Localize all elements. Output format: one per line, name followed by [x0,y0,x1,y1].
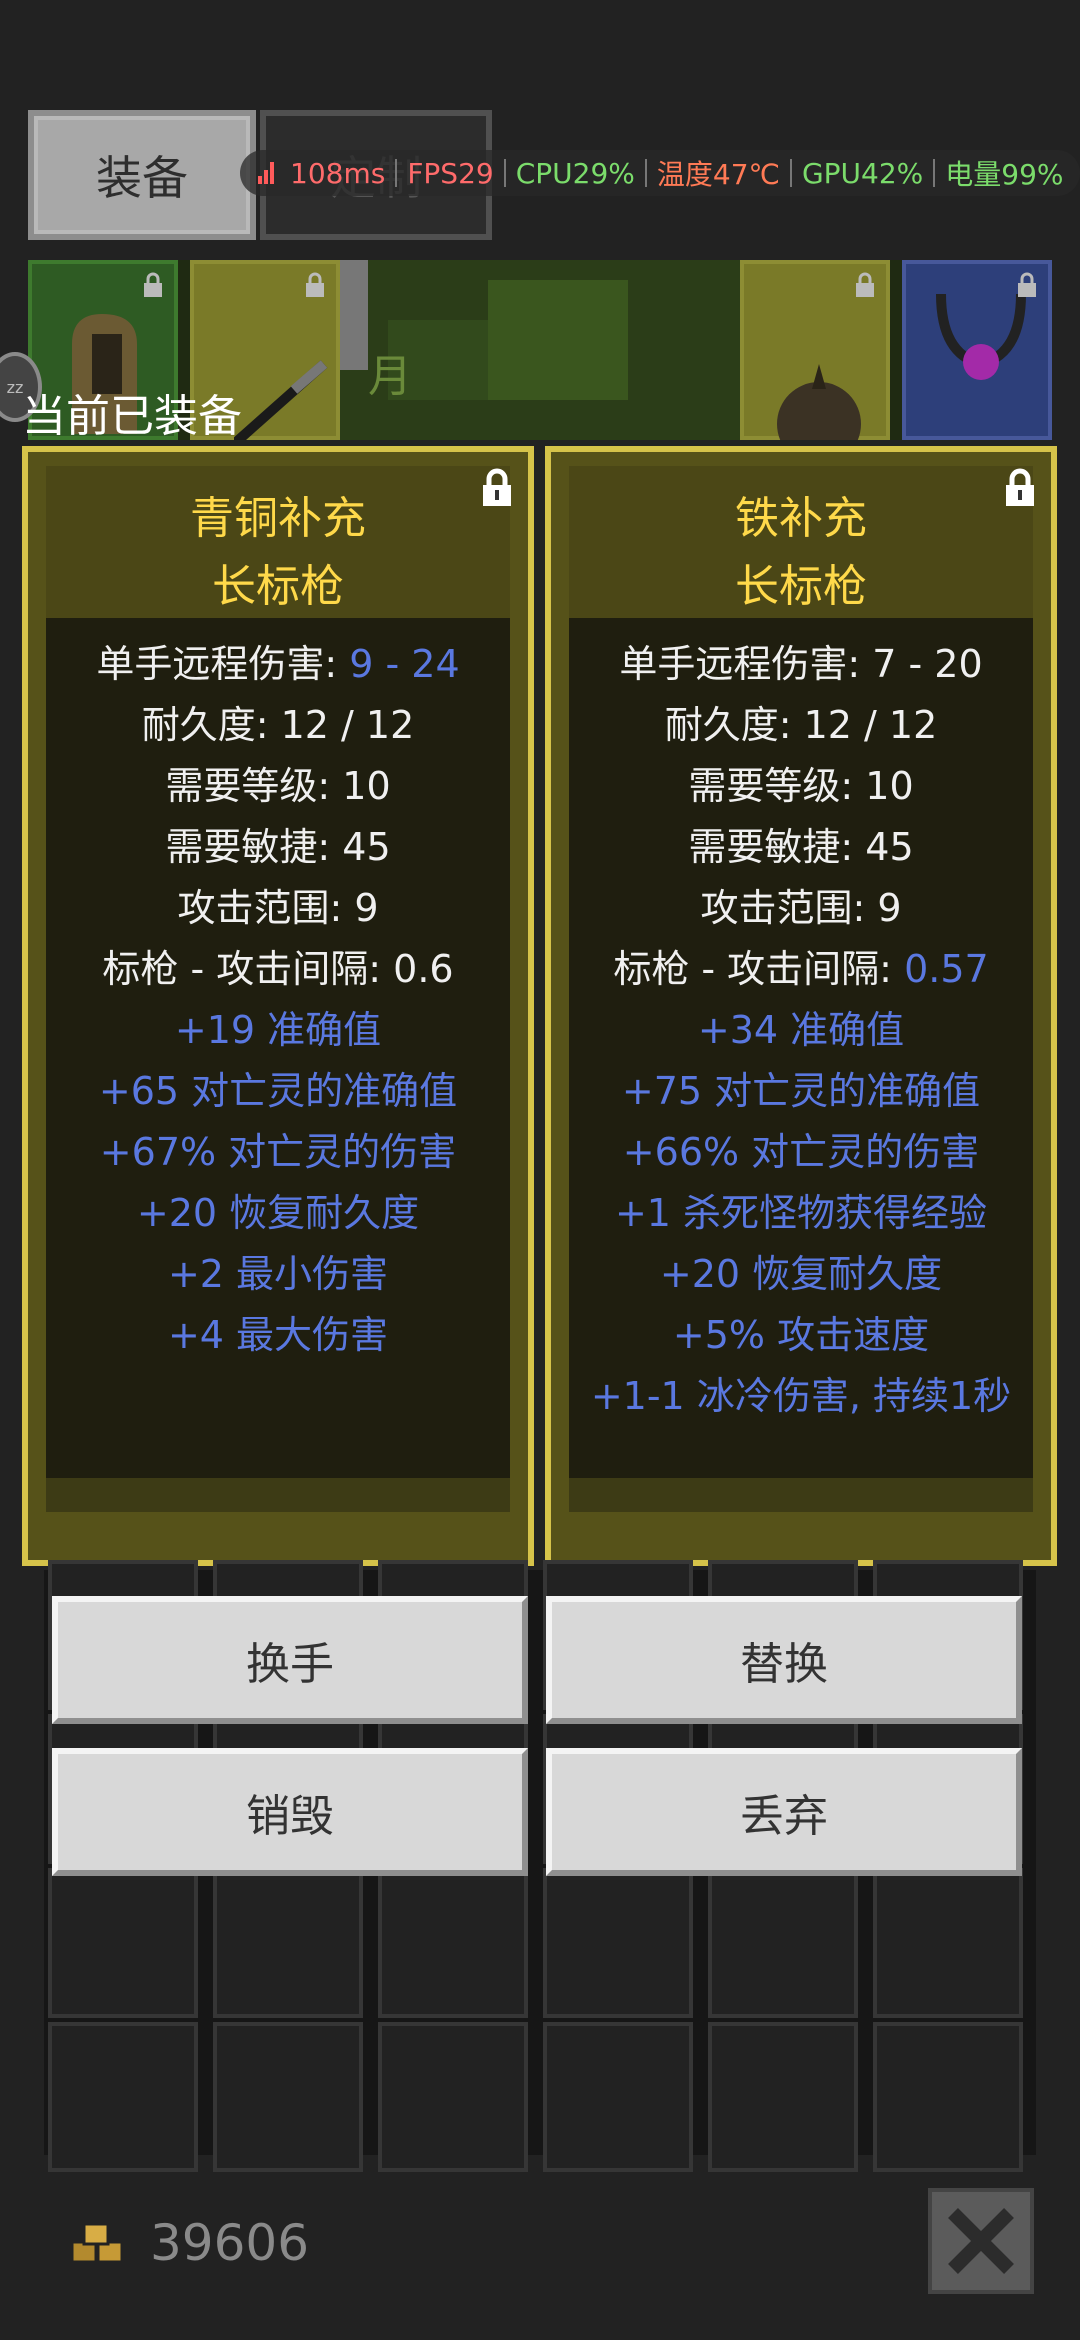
stat-value: 9 [354,886,379,930]
stat-label: 标枪 - 攻击间隔: [613,947,905,991]
stat-value: 45 [865,825,914,869]
spear-icon [234,360,328,440]
lock-icon [856,272,874,297]
inventory-slot[interactable] [543,2022,693,2172]
spiked-shield-icon [777,364,861,440]
stat-value: 12 / 12 [803,703,938,747]
stat-line: 需要敏捷: 45 [22,817,534,878]
perf-gpu: GPU42% [801,156,924,190]
stat-value: 9 [877,886,902,930]
stat-label: 标枪 - 攻击间隔: [102,947,394,991]
modifier-line: +65 对亡灵的准确值 [98,1069,458,1113]
inventory-slot[interactable] [708,1868,858,2018]
modifier-line: +4 最大伤害 [167,1313,389,1357]
inventory-slot[interactable] [213,2022,363,2172]
stat-line: 标枪 - 攻击间隔: 0.57 [545,939,1057,1000]
stat-value: 10 [865,764,914,808]
stat-line: 标枪 - 攻击间隔: 0.6 [22,939,534,1000]
stat-line: 单手远程伤害: 9 - 24 [22,634,534,695]
stat-label: 攻击范围: [177,886,355,930]
stat-label: 攻击范围: [700,886,878,930]
gold-amount: 39606 [150,2214,310,2272]
inventory-slot[interactable] [48,1868,198,2018]
perf-fps: FPS29 [407,156,494,190]
performance-overlay: 108ms FPS29 CPU29% 温度47℃ GPU42% 电量99% [240,150,1080,196]
stat-value: 10 [342,764,391,808]
modifier-line: +2 最小伤害 [167,1252,389,1296]
stat-line: 耐久度: 12 / 12 [545,695,1057,756]
inventory-slot[interactable] [378,2022,528,2172]
close-icon [948,2208,1014,2274]
drop-button[interactable]: 丢弃 [546,1748,1022,1876]
stat-line: 需要敏捷: 45 [545,817,1057,878]
stat-line: 耐久度: 12 / 12 [22,695,534,756]
modifier-line: +20 恢复耐久度 [659,1252,943,1296]
stat-label: 需要敏捷: [688,825,866,869]
close-button[interactable] [928,2188,1034,2294]
stat-line: 单手远程伤害: 7 - 20 [545,634,1057,695]
stat-line: 需要等级: 10 [22,756,534,817]
item-card-new: 青铜补充 长标枪 单手远程伤害: 9 - 24 耐久度: 12 / 12 需要等级:… [22,446,534,1566]
inventory-slot[interactable] [213,1868,363,2018]
stat-line: 攻击范围: 9 [22,878,534,939]
equip-slot-amulet[interactable] [902,260,1052,440]
item-card-equipped: 铁补充 长标枪 单手远程伤害: 7 - 20 耐久度: 12 / 12 需要等级: … [545,446,1057,1566]
inventory-slot[interactable] [708,2022,858,2172]
stat-line: 攻击范围: 9 [545,878,1057,939]
modifier-line: +66% 对亡灵的伤害 [622,1130,980,1174]
stat-value: 9 - 24 [349,642,460,686]
modifier-line: +75 对亡灵的准确值 [621,1069,981,1113]
stat-value: 12 / 12 [280,703,415,747]
equip-slot-offhand[interactable] [740,260,890,440]
item-stats: 单手远程伤害: 7 - 20 耐久度: 12 / 12 需要等级: 10 需要敏捷: … [545,634,1057,1427]
inventory-slot[interactable] [543,1868,693,2018]
item-stats: 单手远程伤害: 9 - 24 耐久度: 12 / 12 需要等级: 10 需要敏捷: … [22,634,534,1366]
background-art: 月 [328,260,768,440]
swap-hand-button[interactable]: 换手 [52,1596,528,1724]
stat-value: 0.57 [904,947,989,991]
perf-cpu: CPU29% [515,156,635,190]
signal-icon [258,162,274,184]
stat-label: 耐久度: [664,703,804,747]
item-name-line1: 铁补充 [735,493,867,544]
partial-text: 月 [368,351,412,402]
lock-icon [144,272,162,297]
stat-value: 45 [342,825,391,869]
equipped-label: 当前已装备 [22,391,242,442]
stat-value: 7 - 20 [872,642,983,686]
lock-icon [1018,272,1036,297]
tab-equipment[interactable]: 装备 [28,110,256,240]
stat-label: 单手远程伤害: [619,642,873,686]
modifier-line: +1-1 冰冷伤害, 持续1秒 [590,1374,1012,1418]
stat-value: 0.6 [393,947,454,991]
perf-battery: 电量99% [945,158,1064,191]
stat-label: 单手远程伤害: [96,642,350,686]
inventory-slot[interactable] [873,2022,1023,2172]
destroy-button[interactable]: 销毁 [52,1748,528,1876]
modifier-line: +1 杀死怪物获得经验 [614,1191,988,1235]
modifier-line: +34 准确值 [697,1008,905,1052]
perf-latency: 108ms [290,156,386,190]
modifier-line: +67% 对亡灵的伤害 [99,1130,457,1174]
inventory-slot[interactable] [48,2022,198,2172]
modifier-line: +19 准确值 [174,1008,382,1052]
stat-label: 需要敏捷: [165,825,343,869]
perf-temp: 温度47℃ [656,158,780,191]
inventory-slot[interactable] [873,1868,1023,2018]
inventory-slot[interactable] [378,1868,528,2018]
stat-label: 需要等级: [688,764,866,808]
amulet-icon [936,293,1026,380]
item-name-line2: 长标枪 [735,561,867,612]
stat-line: 需要等级: 10 [545,756,1057,817]
stat-label: 耐久度: [141,703,281,747]
replace-button[interactable]: 替换 [546,1596,1022,1724]
item-name-line1: 青铜补充 [190,493,366,544]
modifier-line: +20 恢复耐久度 [136,1191,420,1235]
gold-icon [70,2222,124,2264]
tab-equipment-label: 装备 [96,151,188,205]
item-name-line2: 长标枪 [212,561,344,612]
stat-label: 需要等级: [165,764,343,808]
lock-icon [306,272,324,297]
modifier-line: +5% 攻击速度 [672,1313,930,1357]
